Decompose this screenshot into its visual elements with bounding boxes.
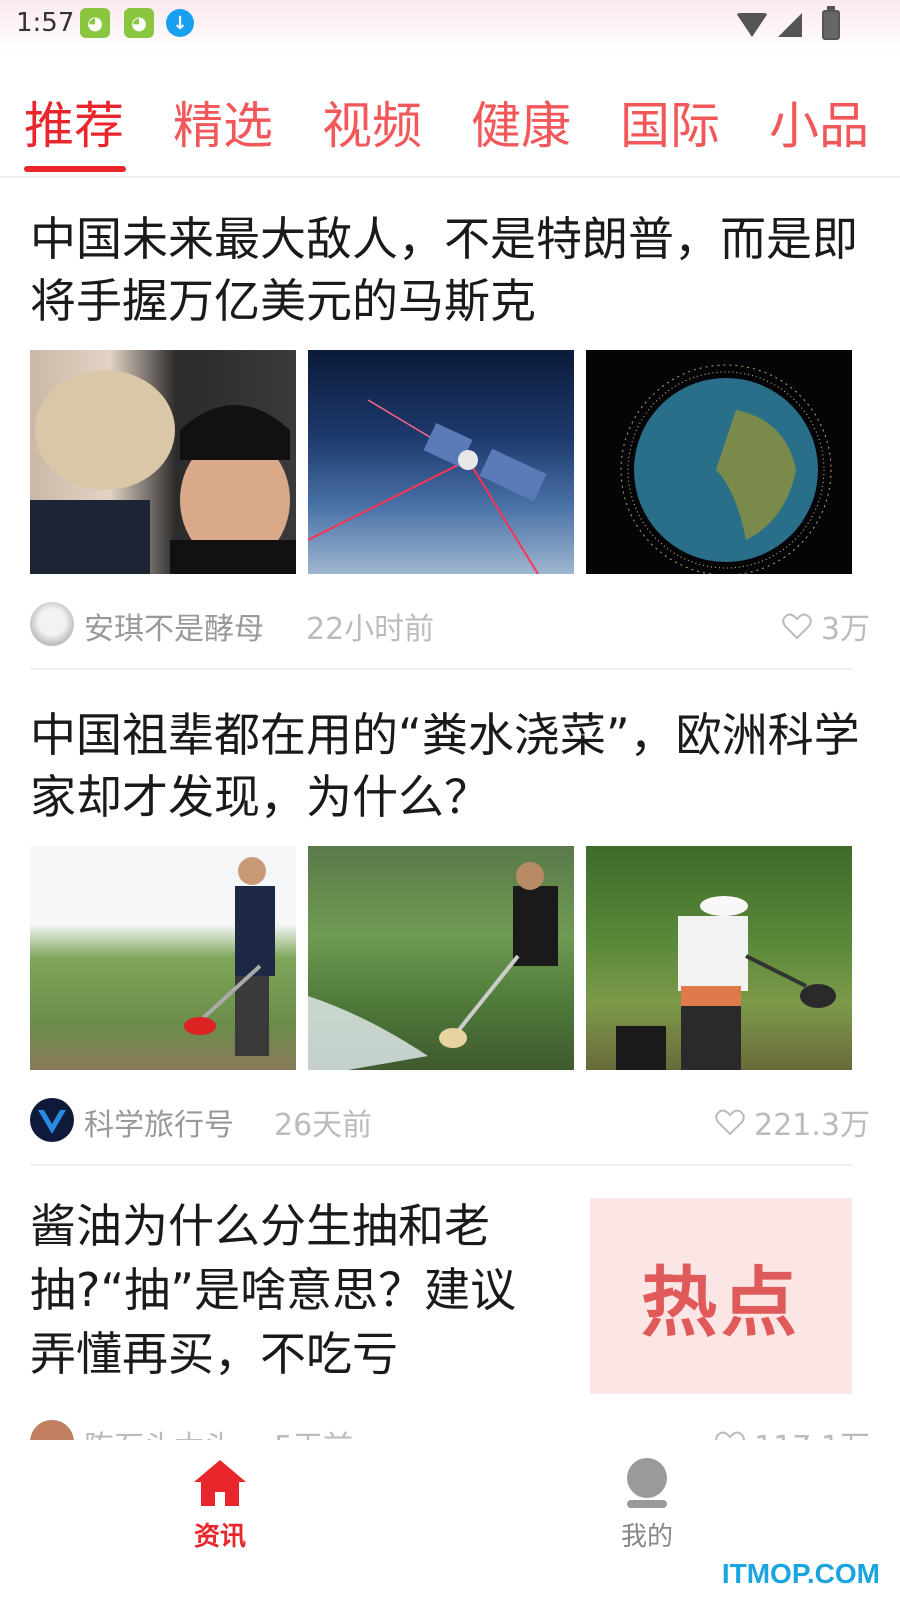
divider [30,668,852,670]
divider [30,1164,852,1166]
app-notification-icon: ◕ [124,8,154,38]
status-indicators [736,6,840,40]
like-count[interactable]: 221.3万 [714,1100,870,1144]
thumbnail-row [30,846,870,1070]
article-meta: 科学旅行号 26天前 221.3万 [30,1098,870,1144]
home-icon [194,1460,246,1506]
author-name[interactable]: 科学旅行号 [84,1100,234,1144]
tab-health[interactable]: 健康 [471,96,571,156]
like-count[interactable]: 117.1万 [714,1422,870,1440]
author-avatar[interactable] [30,602,74,646]
nav-news-label: 资讯 [193,1522,246,1552]
battery-icon [822,6,840,40]
tab-international[interactable]: 国际 [620,96,720,156]
article-thumbnail[interactable] [308,350,574,574]
article-card[interactable]: 中国祖辈都在用的“粪水浇菜”，欧洲科学家却才发现，为什么？ [30,704,870,1070]
article-thumbnail[interactable] [30,846,296,1070]
article-meta: 陈石头木头 5天前 117.1万 [30,1420,870,1440]
download-icon: ↓ [166,9,194,37]
like-count-value: 3万 [820,612,870,647]
author-name[interactable]: 安琪不是酵母 [84,604,264,648]
article-thumbnail[interactable] [30,350,296,574]
signal-icon [778,13,802,37]
tab-video[interactable]: 视频 [322,96,422,156]
tab-featured[interactable]: 精选 [173,96,273,156]
like-count-value: 221.3万 [754,1108,870,1143]
publish-time: 5天前 [274,1422,353,1440]
app-notification-icon: ◕ [80,8,110,38]
article-thumbnail[interactable] [586,350,852,574]
nav-news[interactable]: 资讯 [160,1458,280,1553]
hot-topic-thumbnail[interactable]: 热点 [590,1198,852,1394]
active-tab-indicator [24,166,126,172]
watermark: ITMOP.COM [721,1558,880,1589]
author-name[interactable]: 陈石头木头 [84,1422,234,1440]
like-count[interactable]: 3万 [781,604,870,648]
publish-time: 22小时前 [306,612,435,647]
heart-icon [715,1431,745,1440]
category-tab-bar: 推荐 精选 视频 健康 国际 小品 [0,90,900,178]
article-thumbnail[interactable] [308,846,574,1070]
article-card[interactable]: 酱油为什么分生抽和老抽?“抽”是啥意思？建议弄懂再买，不吃亏 [30,1194,540,1386]
nav-mine-label: 我的 [620,1522,673,1552]
thumbnail-row [30,350,870,574]
tab-recommend[interactable]: 推荐 [24,96,124,156]
article-title[interactable]: 酱油为什么分生抽和老抽?“抽”是啥意思？建议弄懂再买，不吃亏 [30,1194,540,1386]
author-avatar[interactable] [30,1420,74,1440]
status-bar: 1:57 ◕ ◕ ↓ [0,0,900,52]
article-meta: 安琪不是酵母 22小时前 3万 [30,602,870,648]
status-time: 1:57 [16,8,75,38]
heart-icon [782,613,812,640]
heart-icon [715,1109,745,1136]
like-count-value: 117.1万 [754,1422,870,1440]
article-card[interactable]: 中国未来最大敌人，不是特朗普，而是即将手握万亿美元的马斯克 [30,208,870,574]
bottom-navigation: 资讯 我的 ITMOP.COM [0,1440,900,1600]
nav-mine[interactable]: 我的 [587,1458,707,1553]
article-title[interactable]: 中国祖辈都在用的“粪水浇菜”，欧洲科学家却才发现，为什么？ [30,704,870,828]
publish-time: 26天前 [274,1108,373,1143]
article-title[interactable]: 中国未来最大敌人，不是特朗普，而是即将手握万亿美元的马斯克 [30,208,870,332]
tab-sketch[interactable]: 小品 [769,96,869,156]
article-thumbnail[interactable] [586,846,852,1070]
user-icon [627,1458,667,1508]
author-avatar[interactable] [30,1098,74,1142]
wifi-icon [736,13,768,37]
